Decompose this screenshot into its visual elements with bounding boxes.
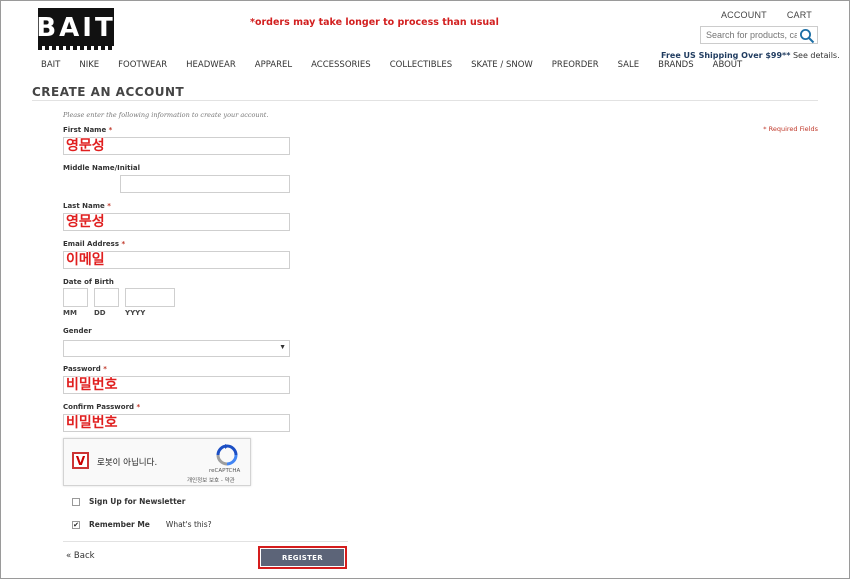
register-button[interactable]: REGISTER bbox=[261, 549, 344, 566]
main-nav: BAIT NIKE FOOTWEAR HEADWEAR APPAREL ACCE… bbox=[41, 60, 761, 70]
dob-day-label: DD bbox=[94, 309, 106, 317]
required-asterisk: * bbox=[136, 403, 141, 411]
dob-day-input[interactable] bbox=[94, 288, 119, 307]
shipping-details-link[interactable]: See details. bbox=[793, 51, 840, 60]
confirm-password-value: 비밀번호 bbox=[66, 415, 118, 431]
newsletter-label[interactable]: Sign Up for Newsletter bbox=[89, 497, 185, 506]
recaptcha-terms-link[interactable]: 개인정보 보호 - 약관 bbox=[187, 476, 235, 484]
recaptcha-brand: reCAPTCHA bbox=[209, 468, 241, 474]
dob-label: Date of Birth bbox=[63, 278, 114, 286]
remember-me-row: ✔ Remember Me What's this? bbox=[72, 520, 212, 529]
dob-month-input[interactable] bbox=[63, 288, 88, 307]
recaptcha-checkbox[interactable]: V bbox=[72, 452, 89, 469]
password-field[interactable]: 비밀번호 bbox=[63, 376, 290, 394]
email-value: 이메일 bbox=[66, 252, 105, 268]
whats-this-link[interactable]: What's this? bbox=[166, 520, 212, 529]
search-box[interactable] bbox=[700, 26, 818, 44]
back-link[interactable]: « Back bbox=[66, 551, 95, 561]
recaptcha-text: 로봇이 아닙니다. bbox=[97, 458, 158, 468]
last-name-value: 영문성 bbox=[66, 214, 105, 230]
newsletter-checkbox[interactable] bbox=[72, 497, 80, 506]
nav-item-bait[interactable]: BAIT bbox=[41, 60, 60, 70]
nav-item-sale[interactable]: SALE bbox=[618, 60, 639, 70]
recaptcha-logo-icon bbox=[216, 444, 238, 466]
password-label-text: Password bbox=[63, 365, 101, 373]
nav-item-nike[interactable]: NIKE bbox=[79, 60, 99, 70]
nav-item-headwear[interactable]: HEADWEAR bbox=[186, 60, 236, 70]
email-field[interactable]: 이메일 bbox=[63, 251, 290, 269]
first-name-field[interactable]: 영문성 bbox=[63, 137, 290, 155]
last-name-field[interactable]: 영문성 bbox=[63, 213, 290, 231]
middle-name-field[interactable] bbox=[120, 175, 290, 193]
last-name-label-text: Last Name bbox=[63, 202, 105, 210]
gender-select[interactable]: ▼ bbox=[63, 340, 290, 357]
account-links: ACCOUNT CART bbox=[721, 10, 812, 20]
search-input[interactable] bbox=[701, 30, 797, 40]
bait-logo[interactable]: BAIT bbox=[36, 8, 114, 50]
confirm-password-label-text: Confirm Password bbox=[63, 403, 135, 411]
required-asterisk: * bbox=[107, 202, 111, 210]
nav-item-skate-snow[interactable]: SKATE / SNOW bbox=[471, 60, 533, 70]
remember-me-label[interactable]: Remember Me bbox=[89, 520, 150, 529]
first-name-value: 영문성 bbox=[66, 138, 105, 154]
shipping-delay-notice: *orders may take longer to process than … bbox=[250, 17, 499, 28]
page-title: CREATE AN ACCOUNT bbox=[32, 85, 185, 99]
first-name-label: First Name * bbox=[63, 126, 112, 134]
account-link[interactable]: ACCOUNT bbox=[721, 10, 767, 20]
cart-link[interactable]: CART bbox=[787, 10, 812, 20]
required-asterisk: * bbox=[108, 126, 113, 134]
form-footer-divider bbox=[63, 541, 348, 542]
form-intro: Please enter the following information t… bbox=[63, 111, 269, 119]
dropdown-arrow-icon: ▼ bbox=[279, 344, 286, 351]
dob-month-label: MM bbox=[63, 309, 77, 317]
required-fields-note: * Required Fields bbox=[763, 125, 818, 133]
email-label: Email Address * bbox=[63, 240, 125, 248]
required-asterisk: * bbox=[103, 365, 107, 373]
free-shipping-banner: Free US Shipping Over $99** See details. bbox=[661, 51, 840, 60]
free-shipping-text: Free US Shipping Over $99** bbox=[661, 51, 791, 60]
password-value: 비밀번호 bbox=[66, 377, 118, 393]
newsletter-row: Sign Up for Newsletter bbox=[72, 497, 185, 506]
middle-name-label: Middle Name/Initial bbox=[63, 164, 141, 172]
register-highlight: REGISTER bbox=[258, 546, 347, 569]
password-label: Password * bbox=[63, 365, 107, 373]
dob-year-label: YYYY bbox=[125, 309, 146, 317]
first-name-label-text: First Name bbox=[63, 126, 107, 134]
last-name-label: Last Name * bbox=[63, 202, 111, 210]
nav-item-preorder[interactable]: PREORDER bbox=[552, 60, 599, 70]
gender-label: Gender bbox=[63, 327, 92, 335]
email-label-text: Email Address bbox=[63, 240, 120, 248]
nav-item-footwear[interactable]: FOOTWEAR bbox=[118, 60, 167, 70]
nav-item-brands[interactable]: BRANDS bbox=[658, 60, 694, 70]
nav-item-apparel[interactable]: APPAREL bbox=[255, 60, 292, 70]
dob-year-input[interactable] bbox=[125, 288, 175, 307]
remember-me-checkbox[interactable]: ✔ bbox=[72, 520, 80, 529]
title-divider bbox=[32, 100, 818, 101]
confirm-password-field[interactable]: 비밀번호 bbox=[63, 414, 290, 432]
nav-item-about[interactable]: ABOUT bbox=[713, 60, 743, 70]
nav-item-collectibles[interactable]: COLLECTIBLES bbox=[390, 60, 452, 70]
required-asterisk: * bbox=[121, 240, 126, 248]
search-icon[interactable] bbox=[799, 28, 815, 44]
recaptcha-widget: V 로봇이 아닙니다. reCAPTCHA 개인정보 보호 - 약관 bbox=[63, 438, 251, 486]
confirm-password-label: Confirm Password * bbox=[63, 403, 140, 411]
nav-item-accessories[interactable]: ACCESSORIES bbox=[311, 60, 371, 70]
